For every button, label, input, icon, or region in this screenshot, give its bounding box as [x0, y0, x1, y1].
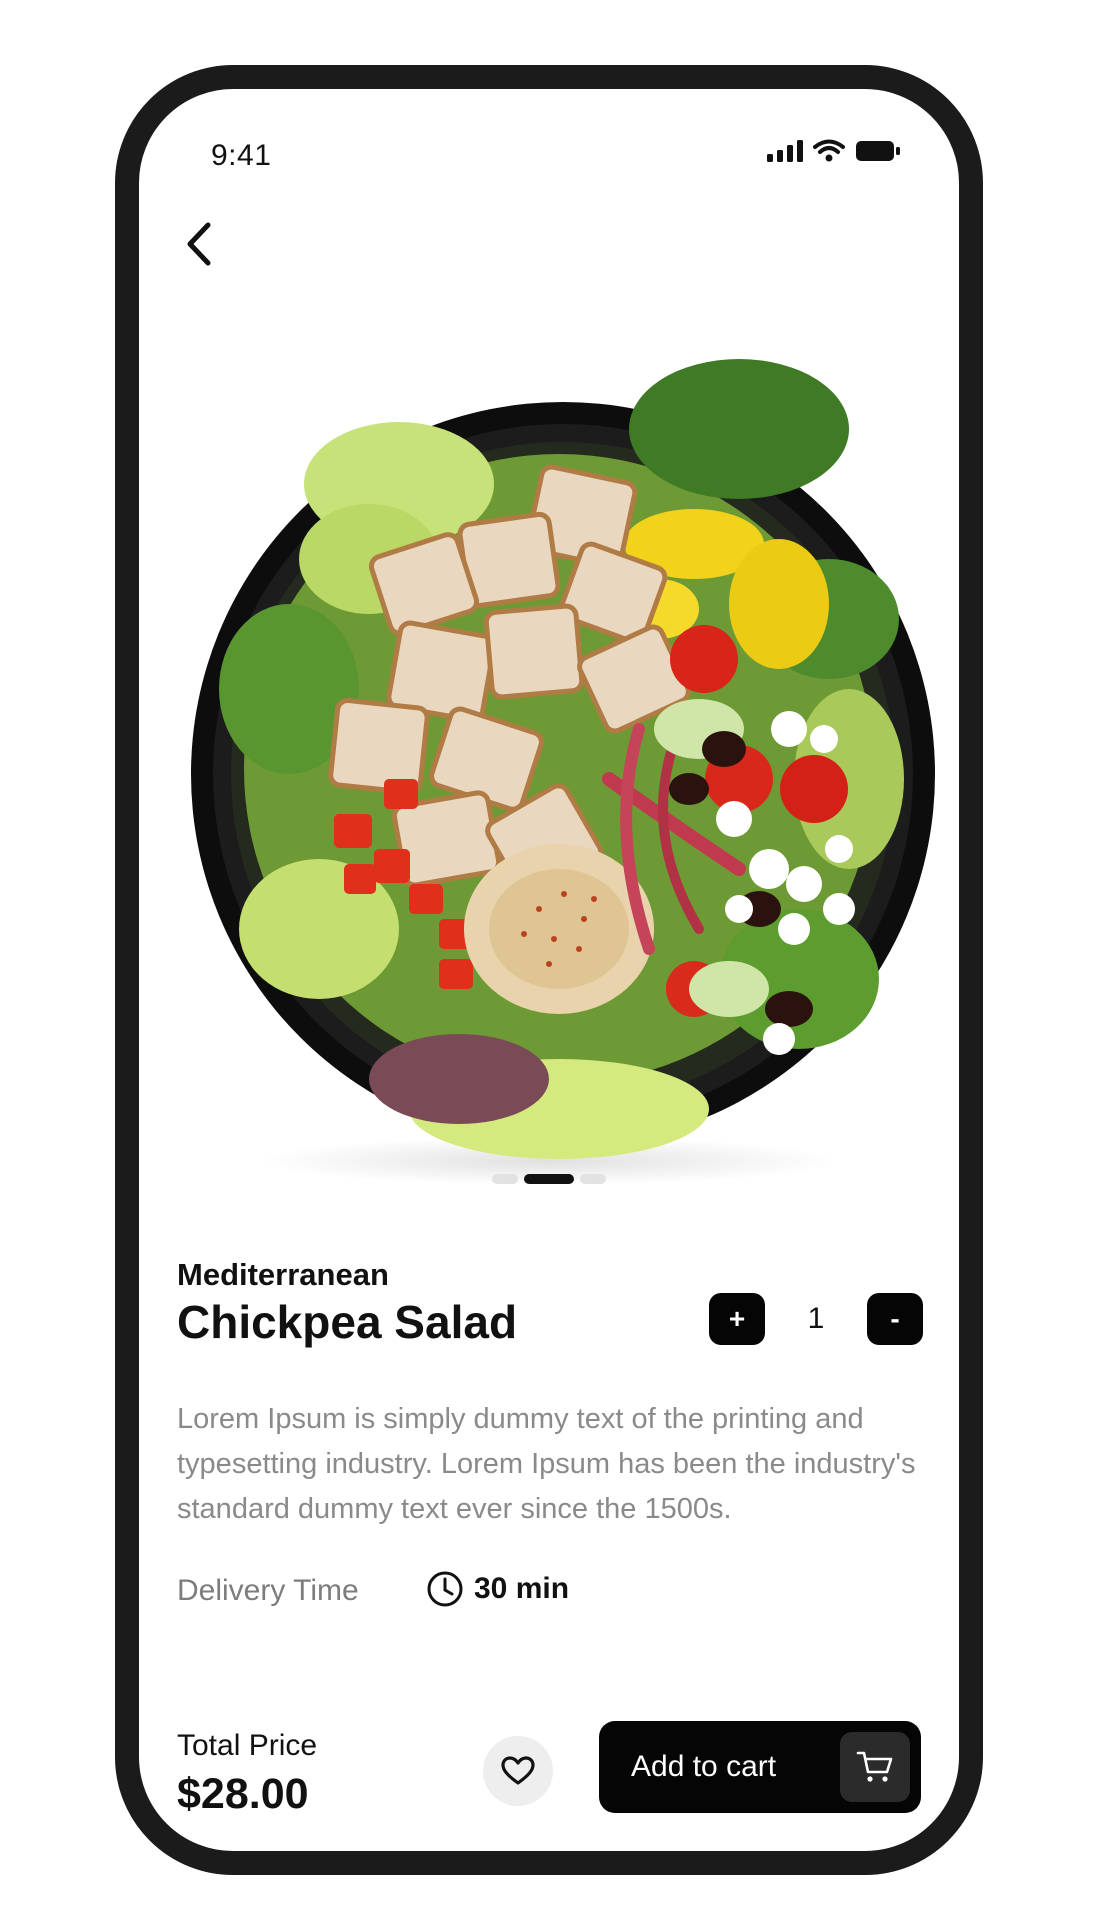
favorite-button[interactable] [483, 1736, 553, 1806]
back-button[interactable] [169, 214, 229, 274]
quantity-stepper: + 1 - [709, 1293, 923, 1345]
clock-icon [427, 1571, 463, 1607]
carousel-dot[interactable] [492, 1174, 518, 1184]
delivery-time-value: 30 min [474, 1572, 570, 1605]
add-to-cart-button[interactable]: Add to cart [599, 1721, 921, 1813]
increment-button[interactable]: + [709, 1293, 765, 1345]
delivery-time: 30 min [426, 1570, 569, 1608]
carousel-dot[interactable] [580, 1174, 606, 1184]
delivery-time-label: Delivery Time [177, 1574, 359, 1607]
product-subtitle: Mediterranean [177, 1257, 389, 1292]
product-title: Chickpea Salad [177, 1296, 518, 1348]
add-to-cart-label: Add to cart [631, 1750, 777, 1783]
status-icons [767, 139, 901, 163]
cart-icon [856, 1751, 893, 1782]
product-image [191, 359, 935, 1185]
quantity-value: 1 [807, 1302, 825, 1335]
product-description: Lorem Ipsum is simply dummy text of the … [177, 1403, 916, 1525]
total-price-label: Total Price [177, 1729, 318, 1762]
wifi-icon [813, 139, 845, 162]
total-price-value: $28.00 [177, 1770, 309, 1818]
product-detail-screen: 9:41 Mediterranean Chickpea Salad + 1 - … [139, 89, 959, 1851]
carousel-dot-active[interactable] [524, 1174, 574, 1184]
heart-icon [501, 1756, 535, 1785]
carousel-indicator [139, 1174, 959, 1184]
phone-frame: 9:41 Mediterranean Chickpea Salad + 1 - … [115, 65, 983, 1875]
battery-icon [856, 141, 900, 161]
chevron-left-icon [187, 222, 211, 266]
decrement-button[interactable]: - [867, 1293, 923, 1345]
cart-icon-container [840, 1732, 910, 1802]
signal-bars-icon [767, 140, 803, 162]
status-time: 9:41 [211, 139, 272, 172]
